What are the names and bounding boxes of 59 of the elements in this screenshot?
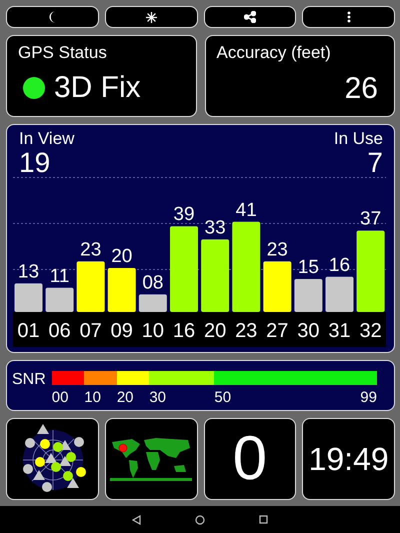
back-button[interactable] (132, 514, 141, 524)
world-map-tile[interactable] (104, 418, 198, 500)
fix-status: 3D Fix (54, 71, 141, 105)
snr-value: 16 (328, 254, 350, 276)
card-label: Accuracy (feet) (216, 43, 332, 63)
speed-value: 0 (232, 424, 268, 494)
snr-label: SNR (12, 371, 46, 390)
night-mode-button[interactable] (6, 6, 99, 28)
satellite-id: 30 (297, 320, 320, 342)
snr-value: 39 (173, 204, 195, 226)
snr-scale-label: 10 (84, 389, 101, 406)
satellite-id: 16 (172, 320, 196, 342)
in-use-label: In Use (334, 129, 383, 148)
share-button[interactable] (204, 6, 296, 28)
in-view-count: 19 (19, 148, 52, 178)
recents-icon (259, 515, 268, 524)
snr-value: 20 (111, 246, 132, 267)
moon-icon (48, 11, 57, 23)
snr-value: 33 (204, 217, 226, 238)
satellite-id: 01 (17, 320, 40, 342)
satellite-id: 27 (266, 320, 288, 342)
satellite-id: 06 (48, 320, 71, 342)
home-icon (195, 514, 205, 524)
snr-scale-label: 20 (116, 389, 134, 406)
back-icon (132, 514, 141, 524)
sky-plot-tile[interactable] (6, 418, 99, 500)
snr-value: 41 (236, 200, 257, 221)
card-label: GPS Status (18, 43, 108, 63)
snr-scale-label: 50 (214, 389, 232, 406)
satellite-id: 23 (235, 320, 258, 342)
clock-tile[interactable]: 19:49 (302, 418, 395, 500)
snr-value: 23 (80, 239, 102, 260)
recents-button[interactable] (259, 515, 268, 524)
satellite-id: 07 (80, 320, 102, 342)
snr-value: 37 (360, 208, 382, 230)
more-icon (346, 11, 351, 23)
satellite-id: 20 (204, 320, 226, 342)
clock-time: 19:49 (308, 441, 389, 477)
snr-scale-label: 99 (360, 389, 377, 406)
in-view-label: In View (19, 129, 74, 148)
satellite-id: 09 (110, 320, 133, 342)
accuracy-value: 26 (344, 72, 378, 106)
snr-scale-label: 00 (52, 389, 68, 406)
share-icon (244, 11, 256, 23)
sun-icon (146, 12, 157, 22)
home-button[interactable] (195, 514, 205, 524)
snr-value: 15 (298, 257, 319, 278)
snr-value: 11 (50, 266, 70, 287)
speed-tile[interactable]: 0 (204, 418, 296, 500)
snr-value: 13 (18, 261, 40, 282)
satellite-id: 32 (359, 320, 382, 342)
brightness-button[interactable] (104, 6, 198, 28)
satellite-id: 10 (142, 320, 164, 342)
snr-value: 23 (266, 239, 288, 260)
in-use-count: 7 (367, 148, 383, 178)
satellite-id: 31 (328, 320, 351, 342)
menu-button[interactable] (302, 6, 395, 28)
snr-value: 08 (142, 272, 164, 294)
snr-scale-label: 30 (149, 389, 166, 406)
